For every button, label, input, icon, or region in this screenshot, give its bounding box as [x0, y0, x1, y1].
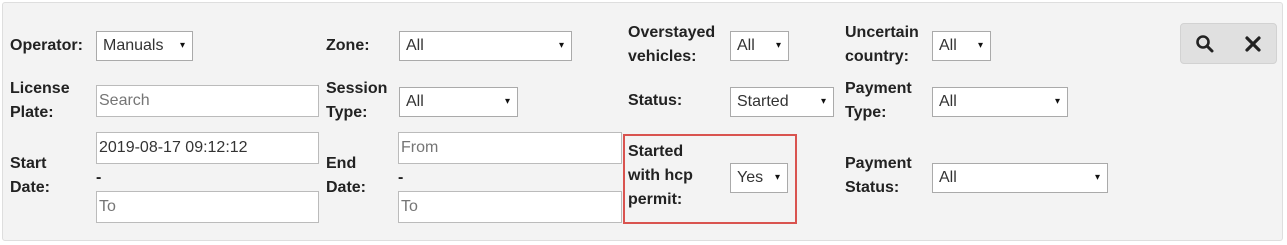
license-plate-label-line1: License	[10, 80, 70, 97]
payment-type-label-line1: Payment	[845, 80, 912, 97]
operator-label: Operator:	[10, 37, 83, 54]
start-date-to-input[interactable]	[96, 191, 319, 223]
end-date-label-line1: End	[326, 155, 357, 172]
hcp-permit-label-line2: with hcp	[628, 167, 693, 184]
start-date-separator: -	[96, 169, 102, 186]
session-type-value: All	[406, 93, 424, 110]
payment-status-label-line2: Status:	[845, 179, 900, 196]
overstayed-value: All	[737, 37, 755, 54]
chevron-down-icon: ▾	[1094, 172, 1100, 183]
end-date-label-line2: Date:	[326, 179, 367, 196]
search-button[interactable]	[1181, 24, 1229, 63]
hcp-permit-label-line1: Started	[628, 143, 684, 160]
session-type-label-line2: Type:	[326, 104, 368, 121]
start-date-from-input[interactable]	[96, 132, 319, 164]
chevron-down-icon: ▾	[820, 96, 826, 107]
chevron-down-icon: ▾	[558, 40, 564, 51]
hcp-permit-select[interactable]: Yes ▾	[730, 163, 788, 193]
chevron-down-icon: ▾	[774, 172, 780, 183]
clear-button[interactable]	[1229, 24, 1277, 63]
payment-status-label-line1: Payment	[845, 155, 912, 172]
status-label: Status:	[628, 92, 683, 109]
overstayed-label-line2: vehicles:	[628, 48, 697, 65]
payment-type-value: All	[939, 93, 957, 110]
end-date-from-input[interactable]	[398, 132, 622, 164]
session-type-label-line1: Session	[326, 80, 388, 97]
end-date-separator: -	[398, 169, 404, 186]
chevron-down-icon: ▾	[179, 40, 185, 51]
payment-type-select[interactable]: All ▾	[932, 87, 1068, 117]
uncertain-country-label-line1: Uncertain	[845, 24, 919, 41]
session-type-select[interactable]: All ▾	[399, 87, 518, 117]
close-icon	[1245, 35, 1261, 52]
chevron-down-icon: ▾	[1054, 96, 1060, 107]
end-date-to-input[interactable]	[398, 191, 622, 223]
overstayed-label-line1: Overstayed	[628, 24, 716, 41]
status-value: Started	[737, 93, 789, 110]
chevron-down-icon: ▾	[775, 40, 781, 51]
payment-status-select[interactable]: All ▾	[932, 163, 1108, 193]
uncertain-country-select[interactable]: All ▾	[932, 31, 991, 61]
license-plate-label-line2: Plate:	[10, 104, 54, 121]
zone-select[interactable]: All ▾	[399, 31, 572, 61]
action-button-group	[1180, 23, 1277, 64]
zone-label: Zone:	[326, 37, 370, 54]
search-icon	[1196, 34, 1214, 52]
status-select[interactable]: Started ▾	[730, 87, 834, 117]
zone-value: All	[406, 37, 424, 54]
hcp-permit-value: Yes	[737, 169, 764, 186]
chevron-down-icon: ▾	[977, 40, 983, 51]
start-date-label-line1: Start	[10, 155, 47, 172]
payment-status-value: All	[939, 169, 957, 186]
start-date-label-line2: Date:	[10, 179, 51, 196]
chevron-down-icon: ▾	[504, 96, 510, 107]
uncertain-country-label-line2: country:	[845, 48, 909, 65]
operator-select[interactable]: Manuals ▾	[96, 31, 193, 61]
hcp-permit-label-line3: permit:	[628, 191, 683, 208]
overstayed-select[interactable]: All ▾	[730, 31, 789, 61]
license-plate-input[interactable]	[96, 85, 319, 117]
uncertain-country-value: All	[939, 37, 957, 54]
operator-value: Manuals	[103, 37, 164, 54]
payment-type-label-line2: Type:	[845, 104, 887, 121]
